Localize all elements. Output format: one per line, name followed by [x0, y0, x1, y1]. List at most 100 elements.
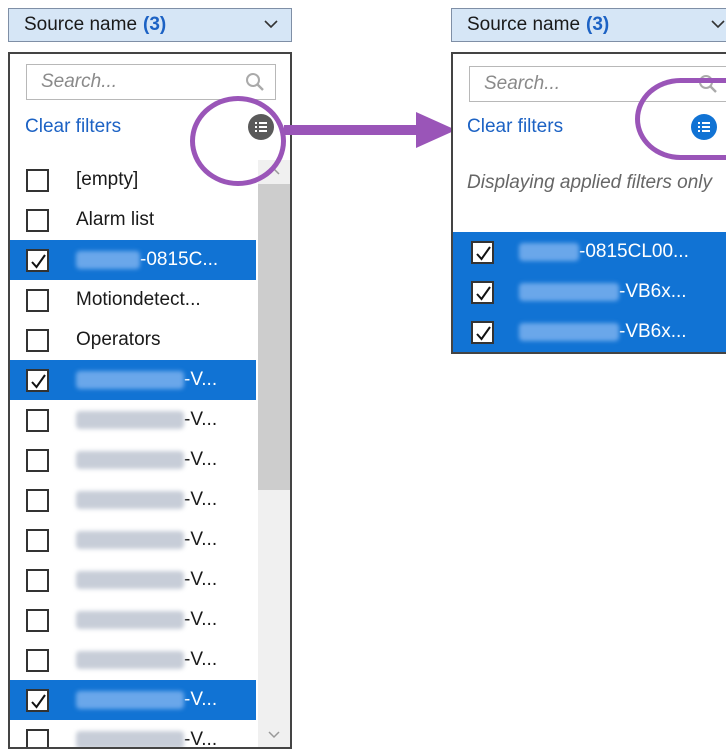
- left-scrollbar[interactable]: [258, 160, 290, 747]
- list-item-label: -V...: [76, 529, 217, 551]
- list-item-text: -VB6x...: [619, 281, 687, 302]
- list-item-text: Alarm list: [76, 209, 155, 230]
- redacted-name: [519, 282, 619, 301]
- list-item-text: -V...: [184, 729, 218, 749]
- filter-count: (3): [143, 14, 167, 35]
- left-list-item[interactable]: -V...: [10, 680, 256, 720]
- left-list-item[interactable]: -V...: [10, 400, 256, 440]
- checkbox[interactable]: [471, 320, 494, 344]
- list-item-label: -V...: [76, 689, 217, 711]
- scroll-down-icon[interactable]: [267, 730, 281, 740]
- left-source-name-dropdown[interactable]: Source name (3): [8, 8, 292, 42]
- left-list-item[interactable]: -V...: [10, 720, 256, 749]
- redacted-name: [76, 690, 184, 709]
- list-item-text: -VB6x...: [619, 321, 687, 342]
- list-item-label: Alarm list: [76, 209, 154, 231]
- checkbox[interactable]: [471, 280, 494, 304]
- search-placeholder: Search...: [41, 71, 118, 92]
- arrow-right-icon: [284, 112, 456, 148]
- left-list-item[interactable]: Alarm list: [10, 200, 256, 240]
- dropdown-title: Source name: [467, 14, 581, 35]
- redacted-name: [76, 490, 184, 509]
- checkbox[interactable]: [26, 288, 49, 312]
- list-item-text: -V...: [184, 489, 218, 510]
- redacted-name: [76, 610, 184, 629]
- redacted-name: [76, 730, 184, 747]
- right-source-name-dropdown[interactable]: Source name (3): [451, 8, 726, 42]
- checkbox[interactable]: [26, 368, 49, 392]
- redacted-name: [76, 650, 184, 669]
- checkbox[interactable]: [26, 168, 49, 192]
- chevron-down-icon: [263, 16, 279, 38]
- list-item-text: -V...: [184, 649, 218, 670]
- checkbox[interactable]: [26, 208, 49, 232]
- redacted-name: [76, 570, 184, 589]
- redacted-name: [76, 450, 184, 469]
- list-item-text: Motiondetect...: [76, 289, 201, 310]
- checkbox[interactable]: [26, 408, 49, 432]
- left-list-item[interactable]: -V...: [10, 520, 256, 560]
- left-list-item[interactable]: -V...: [10, 480, 256, 520]
- list-item-label: -0815CL00...: [519, 241, 689, 263]
- list-item-label: -0815C...: [76, 249, 218, 271]
- list-item-text: -V...: [184, 449, 218, 470]
- list-item-text: -0815CL00...: [579, 241, 689, 262]
- right-list-item[interactable]: -VB6x...: [453, 312, 726, 352]
- left-search-input[interactable]: Search...: [26, 64, 276, 100]
- checkbox[interactable]: [26, 688, 49, 712]
- list-item-text: -V...: [184, 689, 218, 710]
- list-item-label: -V...: [76, 649, 217, 671]
- left-list-item[interactable]: -V...: [10, 640, 256, 680]
- dropdown-title: Source name: [24, 14, 138, 35]
- left-list-item[interactable]: Operators: [10, 320, 256, 360]
- list-item-label: -VB6x...: [519, 321, 687, 343]
- right-clear-filters-link[interactable]: Clear filters: [467, 116, 563, 138]
- list-item-text: Operators: [76, 329, 161, 350]
- list-item-text: -V...: [184, 409, 218, 430]
- list-item-label: -V...: [76, 449, 217, 471]
- list-item-label: -V...: [76, 409, 217, 431]
- list-item-label: Motiondetect...: [76, 289, 201, 311]
- scroll-thumb[interactable]: [258, 184, 290, 490]
- redacted-name: [519, 242, 579, 261]
- left-list-item[interactable]: -V...: [10, 440, 256, 480]
- checkbox[interactable]: [26, 568, 49, 592]
- checkmark-icon: [31, 253, 46, 269]
- redacted-name: [519, 322, 619, 341]
- applied-filters-note: Displaying applied filters only: [467, 172, 713, 193]
- chevron-down-icon: [710, 16, 726, 38]
- right-list-item[interactable]: -0815CL00...: [453, 232, 726, 272]
- left-list-item[interactable]: -V...: [10, 560, 256, 600]
- left-list-item[interactable]: -V...: [10, 360, 256, 400]
- list-item-label: -V...: [76, 569, 217, 591]
- list-item-label: -V...: [76, 489, 217, 511]
- checkbox[interactable]: [26, 648, 49, 672]
- checkbox[interactable]: [26, 728, 49, 747]
- checkbox[interactable]: [26, 248, 49, 272]
- redacted-name: [76, 410, 184, 429]
- search-icon: [245, 72, 265, 97]
- checkbox[interactable]: [26, 448, 49, 472]
- list-item-label: Operators: [76, 329, 160, 351]
- left-clear-filters-link[interactable]: Clear filters: [25, 116, 121, 138]
- filter-count: (3): [586, 14, 610, 35]
- redacted-name: [76, 250, 140, 269]
- checkmark-icon: [476, 285, 491, 301]
- checkbox[interactable]: [26, 488, 49, 512]
- list-item-label: -V...: [76, 729, 218, 749]
- checkbox[interactable]: [471, 240, 494, 264]
- highlight-ring: [635, 78, 726, 160]
- checkbox[interactable]: [26, 608, 49, 632]
- checkbox[interactable]: [26, 328, 49, 352]
- left-list-item[interactable]: -V...: [10, 600, 256, 640]
- list-item-label: -V...: [76, 609, 217, 631]
- search-placeholder: Search...: [484, 73, 561, 94]
- left-list-item[interactable]: Motiondetect...: [10, 280, 256, 320]
- right-list-item[interactable]: -VB6x...: [453, 272, 726, 312]
- checkbox[interactable]: [26, 528, 49, 552]
- list-item-text: -V...: [184, 569, 218, 590]
- left-list-item[interactable]: -0815C...: [10, 240, 256, 280]
- list-item-text: -V...: [184, 529, 218, 550]
- list-item-label: -VB6x...: [519, 281, 687, 303]
- checkmark-icon: [31, 373, 46, 389]
